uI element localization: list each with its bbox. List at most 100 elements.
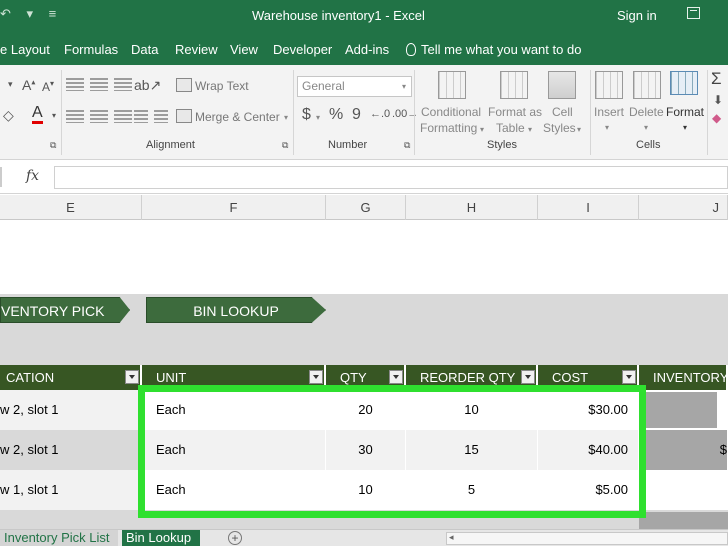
reorder-qty-cell[interactable]: 15 (406, 430, 538, 470)
ribbon: ▾ A▴ A▾ ◇ A ▾ ⧉ ab↗ Wrap Text Merge & Ce… (0, 65, 728, 160)
tab-data[interactable]: Data (131, 42, 158, 57)
tab-review[interactable]: Review (175, 42, 218, 57)
number-format-arrow-icon: ▾ (402, 82, 407, 91)
add-sheet-button[interactable]: + (228, 531, 242, 545)
decrease-font-icon[interactable]: A▾ (42, 79, 54, 94)
align-left-icon[interactable] (66, 110, 84, 123)
column-header-i[interactable]: I (538, 195, 639, 220)
fill-icon[interactable]: ⬇ (713, 93, 723, 107)
comma-style-button[interactable]: 9 (352, 106, 361, 124)
filter-unit-icon[interactable] (309, 370, 323, 384)
conditional-formatting-label-1[interactable]: Conditional (421, 105, 481, 119)
bin-lookup-link[interactable]: BIN LOOKUP (146, 297, 326, 323)
autosum-button[interactable]: Σ (711, 69, 722, 89)
increase-decimal-icon[interactable]: ←.0 (370, 108, 390, 120)
insert-dropdown-icon[interactable]: ▾ (605, 123, 609, 132)
inventory-pick-list-link[interactable]: VENTORY PICK LIST (0, 297, 130, 323)
cost-cell[interactable]: $30.00 (538, 390, 639, 430)
cell-styles-dropdown-icon[interactable]: ▾ (577, 125, 581, 134)
worksheet[interactable]: VENTORY PICK LIST BIN LOOKUP CATION UNIT… (0, 220, 728, 530)
filter-cost-icon[interactable] (622, 370, 636, 384)
clear-icon[interactable]: ◆ (712, 111, 721, 125)
delete-dropdown-icon[interactable]: ▾ (644, 123, 648, 132)
formula-input[interactable] (54, 166, 728, 189)
number-dialog-launcher-icon[interactable]: ⧉ (404, 140, 410, 151)
percent-style-button[interactable]: % (329, 106, 343, 124)
sheet-tab-bin-lookup[interactable]: Bin Lookup (122, 530, 200, 546)
location-cell[interactable]: w 1, slot 1 (0, 470, 142, 510)
quick-access-toolbar[interactable]: ↶ ▾ ≡ (0, 6, 62, 22)
align-right-icon[interactable] (114, 110, 132, 123)
align-center-icon[interactable] (90, 110, 108, 123)
format-as-table-dropdown-icon[interactable]: ▾ (528, 125, 532, 134)
format-as-table-label-2[interactable]: Table (496, 121, 525, 135)
delete-cells-icon (633, 71, 661, 99)
increase-font-icon[interactable]: A▴ (22, 77, 35, 93)
unit-cell[interactable]: Each (142, 470, 326, 510)
column-header-h[interactable]: H (406, 195, 538, 220)
merge-center-icon (176, 109, 192, 123)
font-color-icon[interactable]: A (32, 105, 43, 124)
filter-reorder-qty-icon[interactable] (521, 370, 535, 384)
tab-add-ins[interactable]: Add-ins (345, 42, 389, 57)
column-header-j[interactable]: J (639, 195, 728, 220)
wrap-text-button[interactable]: Wrap Text (195, 79, 249, 93)
orientation-icon[interactable]: ab↗ (134, 77, 161, 94)
merge-dropdown-icon[interactable]: ▾ (284, 113, 288, 122)
filter-qty-icon[interactable] (389, 370, 403, 384)
inventory-value-cell[interactable]: $ (639, 430, 728, 470)
tab-view[interactable]: View (230, 42, 258, 57)
tell-me-text: Tell me what you want to do (421, 42, 582, 57)
column-headers: E F G H I J (0, 195, 728, 220)
unit-cell[interactable]: Each (142, 390, 326, 430)
scroll-left-icon[interactable]: ◂ (449, 532, 454, 543)
qty-cell[interactable]: 20 (326, 390, 406, 430)
font-size-dropdown-arrow-icon[interactable]: ▾ (8, 79, 13, 90)
cell-styles-label-1[interactable]: Cell (552, 105, 573, 119)
insert-function-button[interactable]: fx (26, 168, 39, 184)
delete-button[interactable]: Delete (629, 105, 664, 119)
column-header-g[interactable]: G (326, 195, 406, 220)
accounting-format-button[interactable]: $ (302, 106, 311, 124)
increase-indent-icon[interactable] (154, 110, 168, 123)
bottom-align-icon[interactable] (114, 78, 132, 91)
alignment-dialog-launcher-icon[interactable]: ⧉ (282, 140, 288, 151)
tell-me-box[interactable]: Tell me what you want to do (406, 42, 581, 57)
top-align-icon[interactable] (66, 78, 84, 91)
qty-cell[interactable]: 10 (326, 470, 406, 510)
merge-center-button[interactable]: Merge & Center (195, 110, 280, 124)
conditional-formatting-label-2[interactable]: Formatting (420, 121, 477, 135)
column-header-e[interactable]: E (0, 195, 142, 220)
format-button[interactable]: Format (666, 105, 704, 119)
font-color-dropdown-icon[interactable]: ▾ (52, 111, 56, 120)
decrease-indent-icon[interactable] (134, 110, 148, 123)
sheet-tab-inventory-pick-list[interactable]: Inventory Pick List (0, 530, 118, 546)
sign-in-link[interactable]: Sign in (617, 8, 657, 23)
middle-align-icon[interactable] (90, 78, 108, 91)
format-dropdown-icon[interactable]: ▾ (683, 123, 687, 132)
filter-location-icon[interactable] (125, 370, 139, 384)
cost-cell[interactable]: $40.00 (538, 430, 639, 470)
fill-color-icon[interactable]: ◇ (3, 107, 14, 124)
column-header-f[interactable]: F (142, 195, 326, 220)
ribbon-display-options-icon[interactable] (687, 7, 700, 19)
location-cell[interactable]: w 2, slot 1 (0, 430, 142, 470)
font-dialog-launcher-icon[interactable]: ⧉ (50, 140, 56, 151)
unit-cell[interactable]: Each (142, 430, 326, 470)
format-as-table-label-1[interactable]: Format as (488, 105, 542, 119)
accounting-dropdown-icon[interactable]: ▾ (316, 113, 320, 122)
cost-cell[interactable]: $5.00 (538, 470, 639, 510)
inventory-value-cell[interactable] (639, 470, 728, 510)
number-format-dropdown[interactable]: General ▾ (297, 76, 412, 97)
qty-cell[interactable]: 30 (326, 430, 406, 470)
conditional-formatting-dropdown-icon[interactable]: ▾ (480, 125, 484, 134)
tab-developer[interactable]: Developer (273, 42, 332, 57)
tab-page-layout[interactable]: e Layout (0, 42, 50, 57)
tab-formulas[interactable]: Formulas (64, 42, 118, 57)
reorder-qty-cell[interactable]: 5 (406, 470, 538, 510)
location-cell[interactable]: w 2, slot 1 (0, 390, 142, 430)
cell-styles-label-2[interactable]: Styles (543, 121, 576, 135)
horizontal-scrollbar[interactable]: ◂ (446, 532, 728, 545)
insert-button[interactable]: Insert (594, 105, 624, 119)
reorder-qty-cell[interactable]: 10 (406, 390, 538, 430)
